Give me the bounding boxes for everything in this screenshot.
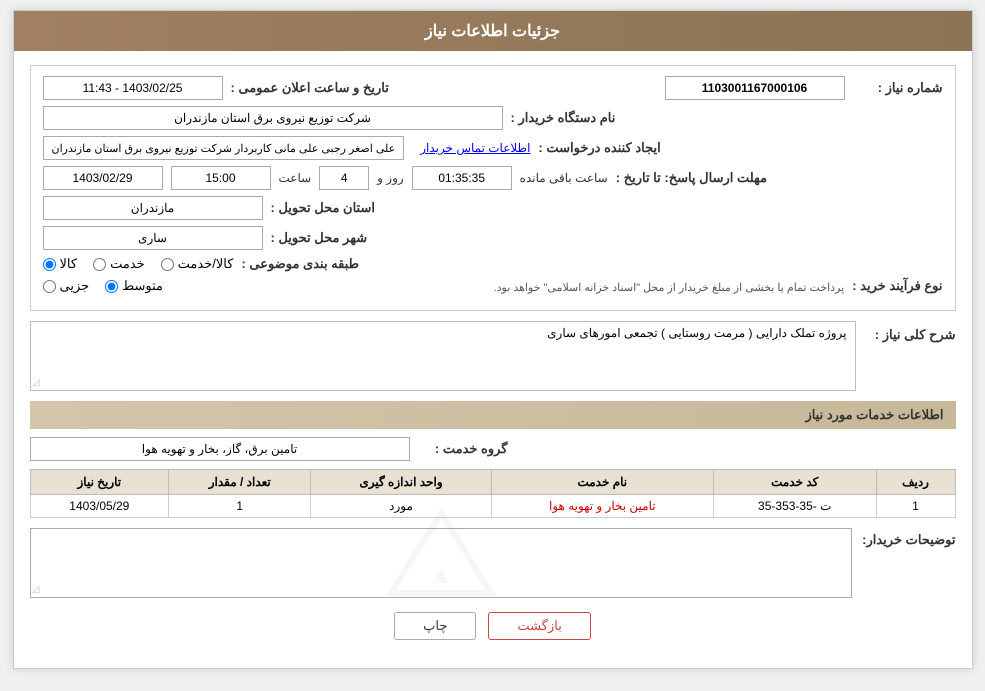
namdastgah-label: نام دستگاه خریدار : — [511, 110, 616, 126]
back-button[interactable]: بازگشت — [488, 612, 590, 640]
mande-value: 01:35:35 — [412, 166, 512, 190]
farayand-jozii-radio[interactable] — [43, 280, 56, 293]
buyer-desc-row: توضیحات خریدار: ▲ ◿ — [30, 528, 956, 598]
resize-handle: ◿ — [33, 377, 40, 388]
row-ijad: ایجاد کننده درخواست : اطلاعات تماس خریدا… — [43, 136, 943, 160]
row-grohe-khedmat: گروه خدمت : تامین برق، گاز، بخار و تهویه… — [30, 437, 956, 461]
farayand-motavasset[interactable]: متوسط — [105, 278, 163, 294]
cell-vahed: مورد — [311, 495, 491, 518]
rooz-value: 4 — [319, 166, 369, 190]
svg-text:▲: ▲ — [429, 562, 453, 589]
col-kod: کد خدمت — [713, 470, 876, 495]
ostan-value: مازندران — [43, 196, 263, 220]
tabaqe-kala-radio[interactable] — [43, 258, 56, 271]
row-noe-farayand: نوع فرآیند خرید : پرداخت تمام یا بخشی از… — [43, 278, 943, 294]
mande-label: ساعت باقی مانده — [520, 171, 608, 185]
sharh-koli-value: پروژه تملک دارایی ( مرمت روستایی ) تجمعی… — [547, 326, 846, 340]
row-ostan: استان محل تحویل : مازندران — [43, 196, 943, 220]
tarikh-value: 1403/02/25 - 11:43 — [43, 76, 223, 100]
saat-label: ساعت — [279, 171, 312, 185]
saat-value: 15:00 — [171, 166, 271, 190]
tabaqe-khedmat-radio[interactable] — [93, 258, 106, 271]
noe-farayand-note: پرداخت تمام یا بخشی از مبلغ خریدار از مح… — [171, 281, 844, 294]
tabaqe-kala-khedmat-radio[interactable] — [161, 258, 174, 271]
col-tedad: تعداد / مقدار — [169, 470, 311, 495]
sharh-koli-wrapper: پروژه تملک دارایی ( مرمت روستایی ) تجمعی… — [30, 321, 856, 391]
shahr-value: ساری — [43, 226, 263, 250]
cell-radif: 1 — [876, 495, 955, 518]
tabaqe-kala-khedmat[interactable]: کالا/خدمت — [161, 256, 234, 272]
tabaqe-kala[interactable]: کالا — [43, 256, 78, 272]
row-mohlat: مهلت ارسال پاسخ: تا تاریخ : ساعت باقی ما… — [43, 166, 943, 190]
shomare-niaz-label: شماره نیاز : — [853, 80, 943, 96]
farayand-motavasset-radio[interactable] — [105, 280, 118, 293]
page-title: جزئیات اطلاعات نیاز — [425, 23, 560, 40]
tabaqe-radio-group: کالا/خدمت خدمت کالا — [43, 256, 234, 272]
services-section-title: اطلاعات خدمات مورد نیاز — [30, 401, 956, 429]
services-table-container: ردیف کد خدمت نام خدمت واحد اندازه گیری ت… — [30, 469, 956, 518]
ijad-value: علی اصغر رجبی علی مانی کاربردار شرکت توز… — [43, 136, 405, 160]
services-table: ردیف کد خدمت نام خدمت واحد اندازه گیری ت… — [30, 469, 956, 518]
watermark: ▲ — [31, 529, 852, 597]
sharh-koli-row: شرح کلی نیاز : پروژه تملک دارایی ( مرمت … — [30, 321, 956, 391]
row-namdastgah: نام دستگاه خریدار : شرکت توزیع نیروی برق… — [43, 106, 943, 130]
farayand-jozii-label: جزیی — [60, 278, 90, 294]
tabaqe-kala-khedmat-label: کالا/خدمت — [178, 256, 234, 272]
shahr-label: شهر محل تحویل : — [271, 230, 368, 246]
col-radif: ردیف — [876, 470, 955, 495]
cell-tarikh: 1403/05/29 — [30, 495, 169, 518]
farayand-jozii[interactable]: جزیی — [43, 278, 90, 294]
cell-kod: ت -35-353-35 — [713, 495, 876, 518]
ijad-contact-link[interactable]: اطلاعات تماس خریدار — [420, 141, 530, 155]
row-shomare-tarikh: شماره نیاز : 1103001167000106 تاریخ و سا… — [43, 76, 943, 100]
row-shahr: شهر محل تحویل : ساری — [43, 226, 943, 250]
date-value: 1403/02/29 — [43, 166, 163, 190]
resize-handle-desc: ◿ — [33, 584, 40, 595]
buyer-desc-area: ▲ ◿ — [30, 528, 853, 598]
watermark-svg: ▲ — [381, 503, 501, 623]
ijad-label: ایجاد کننده درخواست : — [538, 140, 660, 156]
noe-farayand-radio-group: متوسط جزیی — [43, 278, 164, 294]
namdastgah-value: شرکت توزیع نیروی برق استان مازندران — [43, 106, 503, 130]
buttons-row: بازگشت چاپ — [30, 612, 956, 654]
tabaqe-kala-label: کالا — [60, 256, 78, 272]
rooz-label: روز و — [377, 171, 404, 185]
col-vahed: واحد اندازه گیری — [311, 470, 491, 495]
row-tabaqe: طبقه بندی موضوعی : کالا/خدمت خدمت کالا — [43, 256, 943, 272]
grohe-khedmat-label: گروه خدمت : — [418, 441, 508, 457]
col-name: نام خدمت — [491, 470, 713, 495]
grohe-khedmat-value: تامین برق، گاز، بخار و تهویه هوا — [30, 437, 410, 461]
farayand-motavasset-label: متوسط — [122, 278, 163, 294]
tabaqe-khedmat[interactable]: خدمت — [93, 256, 145, 272]
tarikh-label: تاریخ و ساعت اعلان عمومی : — [231, 80, 389, 96]
cell-nam: تامین بخار و تهویه هوا — [491, 495, 713, 518]
ostan-label: استان محل تحویل : — [271, 200, 376, 216]
shomare-niaz-value: 1103001167000106 — [665, 76, 845, 100]
sharh-koli-box: پروژه تملک دارایی ( مرمت روستایی ) تجمعی… — [30, 321, 856, 391]
table-header-row: ردیف کد خدمت نام خدمت واحد اندازه گیری ت… — [30, 470, 955, 495]
tabaqe-label: طبقه بندی موضوعی : — [241, 256, 359, 272]
tabaqe-khedmat-label: خدمت — [110, 256, 145, 272]
cell-tedad: 1 — [169, 495, 311, 518]
print-button[interactable]: چاپ — [394, 612, 476, 640]
noe-farayand-label: نوع فرآیند خرید : — [852, 278, 942, 294]
mohlat-label: مهلت ارسال پاسخ: تا تاریخ : — [616, 170, 767, 186]
sharh-koli-label: شرح کلی نیاز : — [866, 321, 956, 343]
info-section: شماره نیاز : 1103001167000106 تاریخ و سا… — [30, 65, 956, 311]
col-tarikh: تاریخ نیاز — [30, 470, 169, 495]
page-header: جزئیات اطلاعات نیاز — [14, 11, 972, 51]
buyer-desc-label: توضیحات خریدار: — [862, 528, 955, 548]
table-row: 1 ت -35-353-35 تامین بخار و تهویه هوا مو… — [30, 495, 955, 518]
